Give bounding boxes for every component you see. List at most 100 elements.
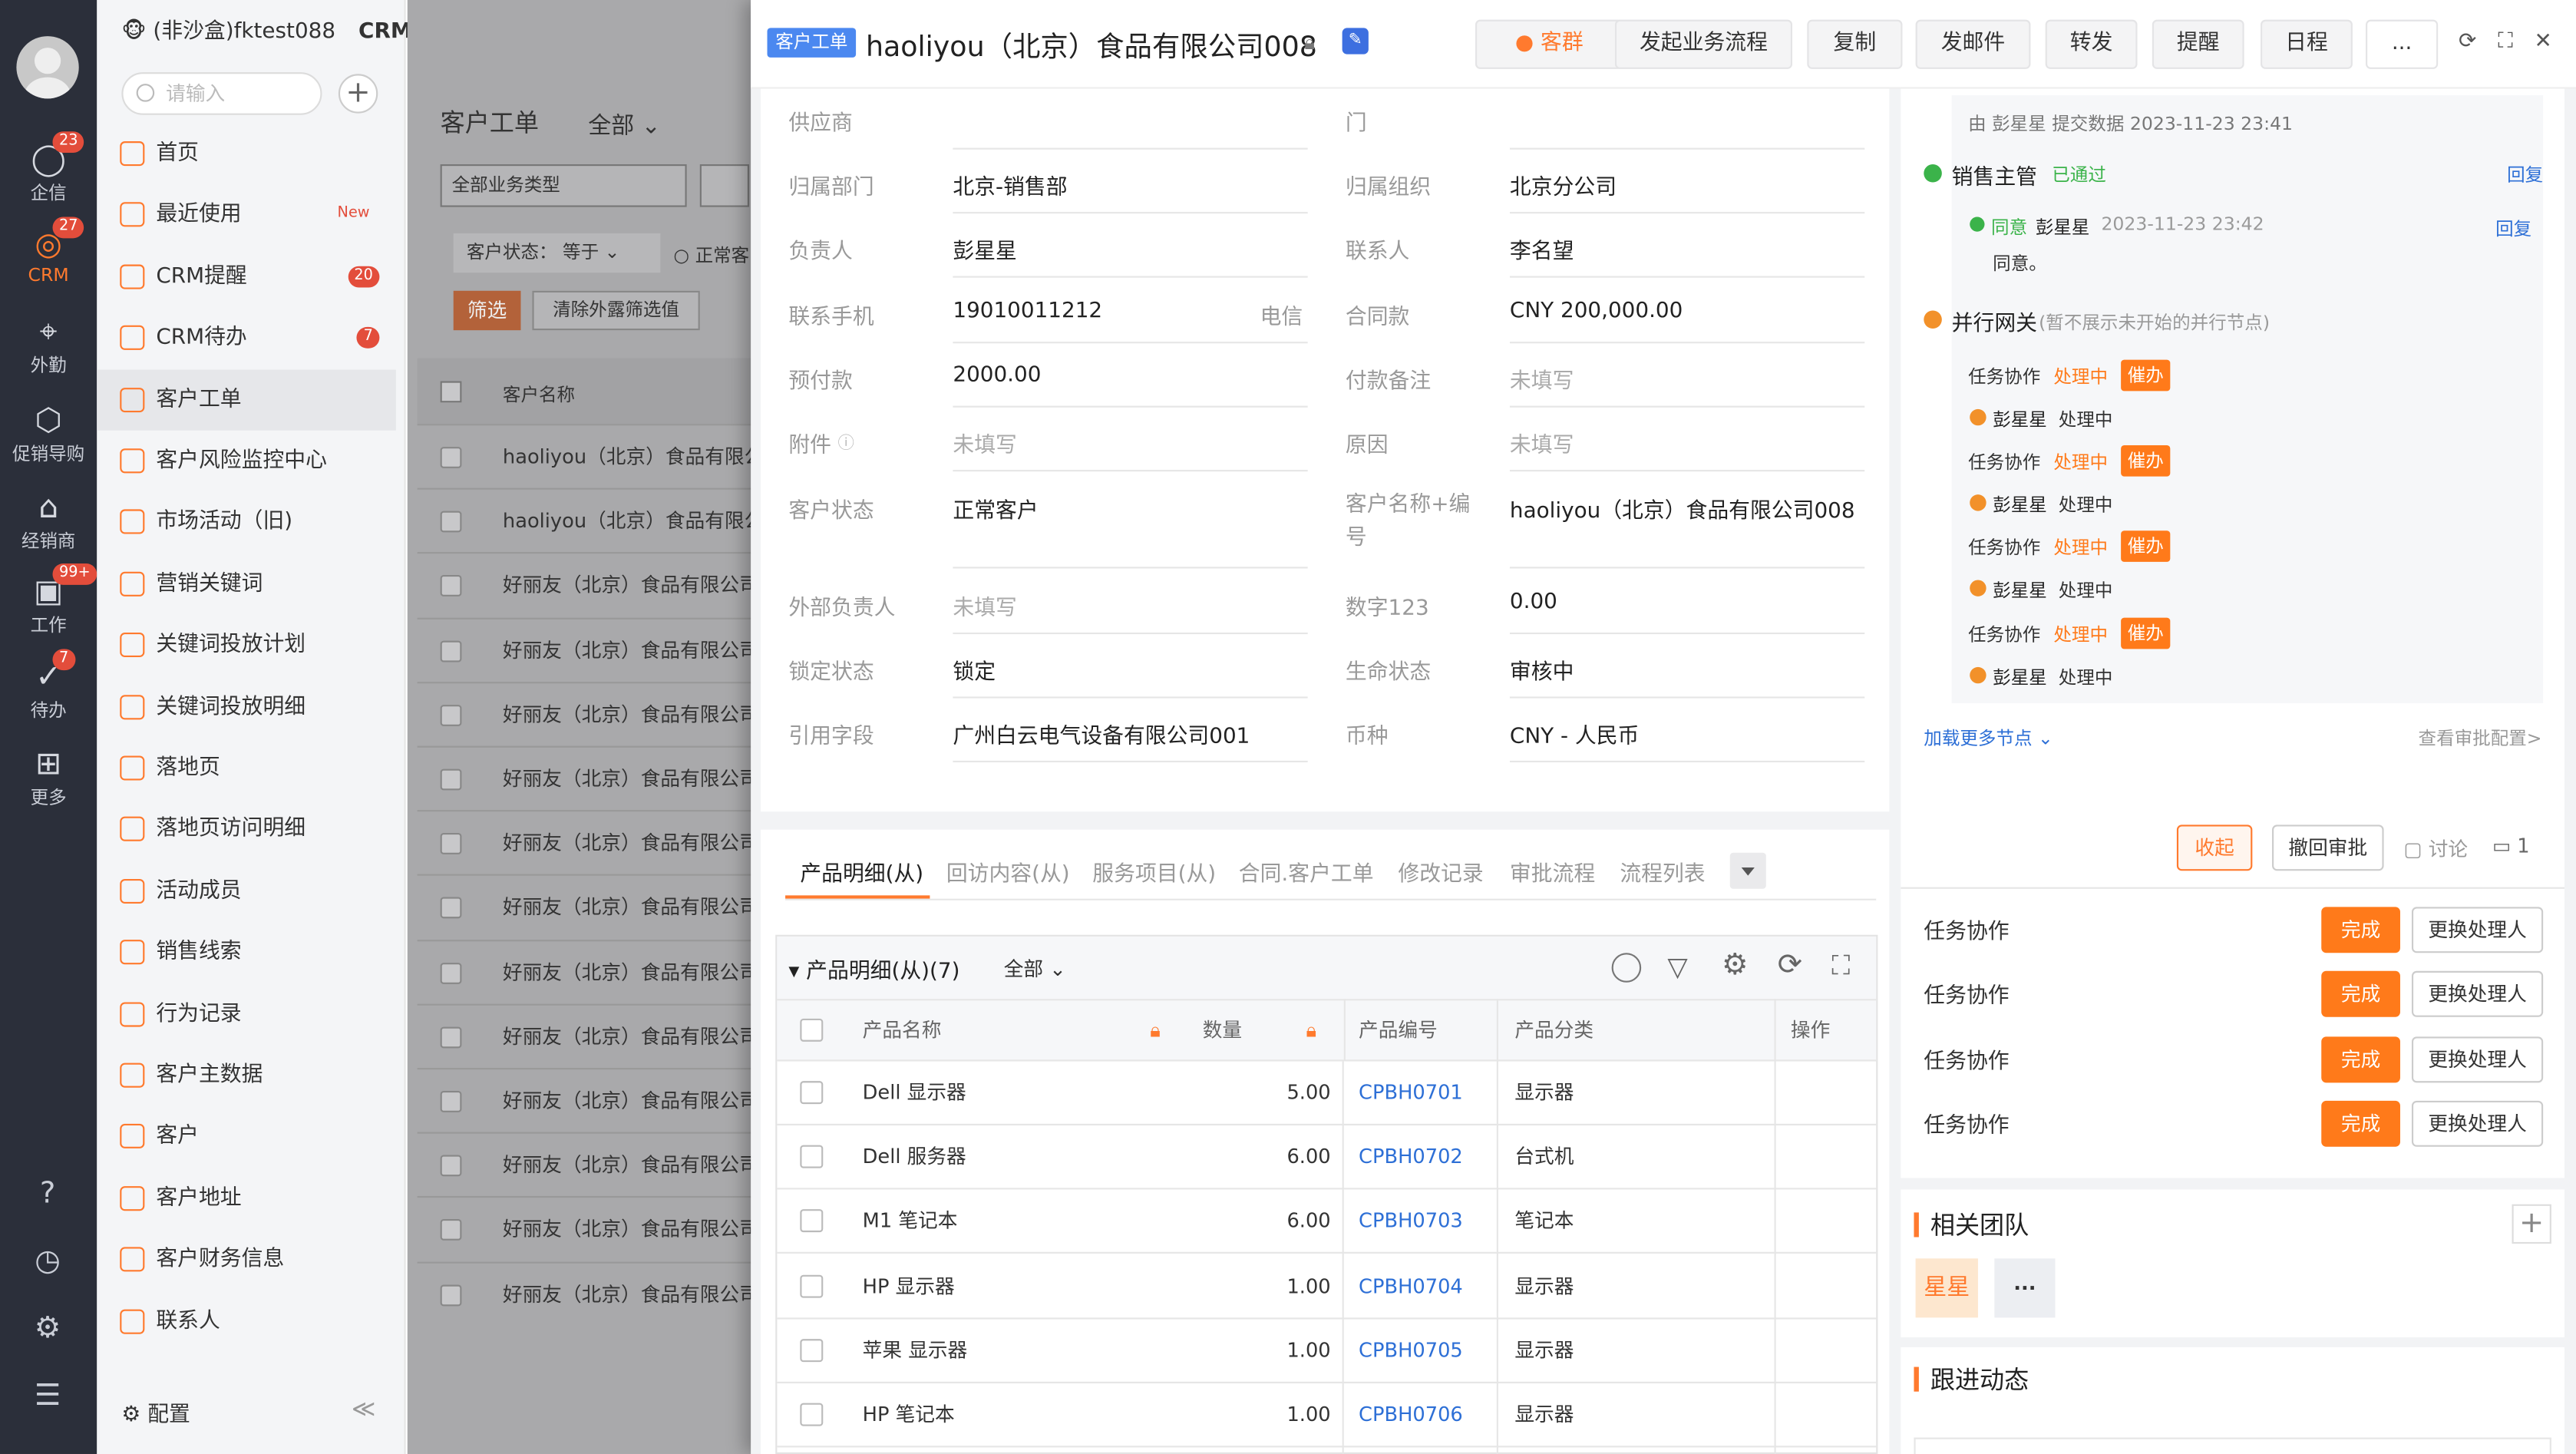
maximize-icon[interactable]: ⛶ <box>2494 31 2517 55</box>
add-team-member-button[interactable]: + <box>2512 1204 2551 1244</box>
sidebar-item[interactable]: 营销关键词 <box>97 554 396 614</box>
sidebar-item[interactable]: 联系人 <box>97 1290 396 1351</box>
biz-type-select[interactable]: 全部业务类型 <box>440 164 687 207</box>
comment-count[interactable]: ▭ 1 <box>2492 834 2530 858</box>
field-value[interactable]: CNY 200,000.00 <box>1510 299 1683 323</box>
nav-calendar[interactable]: ▣ 工作 99+ <box>0 563 97 653</box>
field-value[interactable]: 审核中 <box>1510 654 1574 685</box>
field-value[interactable]: 李名望 <box>1510 233 1574 264</box>
sidebar-item[interactable]: 行为记录 <box>97 983 396 1044</box>
complete-button[interactable]: 完成 <box>2321 907 2400 953</box>
config-link[interactable]: ⚙ 配置 <box>121 1396 190 1428</box>
collapse-sidebar-button[interactable]: ≪ <box>352 1396 375 1423</box>
sidebar-item[interactable]: 落地页访问明细 <box>97 799 396 860</box>
tab[interactable]: 产品明细(从) <box>800 856 923 887</box>
gear-icon[interactable]: ⚙ <box>1722 948 1749 983</box>
tab[interactable]: 流程列表 <box>1620 856 1705 887</box>
row-checkbox[interactable] <box>800 1081 824 1105</box>
edit-icon[interactable]: ✎ <box>1342 28 1369 55</box>
settings-icon[interactable]: ⚙ <box>30 1311 66 1347</box>
contacts-icon[interactable]: ☰ <box>30 1379 66 1415</box>
action-button[interactable]: 日程 <box>2261 19 2353 69</box>
sidebar-item[interactable]: 客户主数据 <box>97 1045 396 1105</box>
product-code-link[interactable]: CPBH0703 <box>1359 1190 1463 1254</box>
row-checkbox[interactable] <box>440 1284 462 1306</box>
action-button[interactable]: 复制 <box>1807 19 1903 69</box>
search-icon[interactable] <box>1611 953 1642 983</box>
refresh-icon[interactable]: ⟳ <box>2456 31 2479 55</box>
action-button[interactable]: 发起业务流程 <box>1614 19 1793 69</box>
tab[interactable]: 修改记录 <box>1398 856 1483 887</box>
nav-store[interactable]: ⌂ 经销商 <box>0 486 97 568</box>
sidebar-item[interactable]: 客户财务信息 <box>97 1229 396 1290</box>
complete-button[interactable]: 完成 <box>2321 971 2400 1018</box>
field-value[interactable]: 2000.00 <box>953 363 1041 388</box>
add-menu-button[interactable]: + <box>338 74 378 114</box>
sidebar-item[interactable]: 关键词投放明细 <box>97 676 396 737</box>
tab[interactable]: 服务项目(从) <box>1092 856 1216 887</box>
table-row[interactable]: 好丽友（北京）食品有限公司 <box>417 810 763 874</box>
field-value[interactable]: haoliyou（北京）食品有限公司008 <box>1510 493 1855 524</box>
nav-location[interactable]: ⌖ 外勤 <box>0 310 97 392</box>
fullscreen-icon[interactable]: ⛶ <box>1831 950 1850 983</box>
filter-icon[interactable] <box>699 164 749 207</box>
action-button[interactable]: ● 客群 <box>1475 19 1623 69</box>
field-value[interactable]: 北京分公司 <box>1510 169 1617 200</box>
table-row[interactable]: haoliyou（北京）食品有限公司 <box>417 424 763 487</box>
change-handler-button[interactable]: 更换处理人 <box>2411 971 2544 1018</box>
team-member-avatar[interactable]: 星星 <box>1915 1258 1978 1318</box>
table-row[interactable]: 好丽友（北京）食品有限公司1 <box>417 939 763 1003</box>
reply-link-1[interactable]: 回复 <box>2507 161 2543 187</box>
close-icon[interactable]: ✕ <box>2531 31 2555 55</box>
tabs-more-dropdown[interactable] <box>1729 852 1766 889</box>
sidebar-item[interactable]: CRM提醒 20 <box>97 246 396 307</box>
select-all-checkbox[interactable] <box>440 381 462 403</box>
sidebar-item[interactable]: 活动成员 <box>97 861 396 921</box>
status-radio[interactable]: ○ 正常客 <box>674 242 750 268</box>
field-value[interactable]: 北京-销售部 <box>953 169 1067 200</box>
row-checkbox[interactable] <box>440 511 462 533</box>
complete-button[interactable]: 完成 <box>2321 1100 2400 1147</box>
field-value[interactable]: 正常客户 <box>953 493 1038 524</box>
product-code-link[interactable]: CPBH0701 <box>1359 1062 1463 1125</box>
row-checkbox[interactable] <box>800 1209 824 1233</box>
urge-button[interactable]: 催办 <box>2121 531 2171 563</box>
urge-button[interactable]: 催办 <box>2121 616 2171 649</box>
row-checkbox[interactable] <box>440 1091 462 1112</box>
team-more-button[interactable]: ··· <box>1994 1258 2056 1318</box>
nav-cube[interactable]: ⬡ 促销导购 <box>0 399 97 481</box>
table-row[interactable]: 好丽友（北京）食品有限公司1 <box>417 1196 763 1261</box>
product-code-link[interactable]: CPBH0702 <box>1359 1125 1463 1189</box>
change-handler-button[interactable]: 更换处理人 <box>2411 1100 2544 1147</box>
collapse-button[interactable]: 收起 <box>2176 824 2253 871</box>
sidebar-item[interactable]: 落地页 <box>97 738 396 798</box>
table-row[interactable]: haoliyou（北京）食品有限公司 <box>417 488 763 552</box>
tab[interactable]: 审批流程 <box>1510 856 1595 887</box>
product-code-link[interactable]: CPBH0704 <box>1359 1254 1463 1318</box>
field-value[interactable]: CNY - 人民币 <box>1510 718 1639 749</box>
row-checkbox[interactable] <box>800 1274 824 1297</box>
table-row[interactable]: 好丽友（北京）食品有限公司1 <box>417 1068 763 1132</box>
field-value[interactable]: 19010011212 <box>953 299 1102 323</box>
help-icon[interactable]: ? <box>30 1176 66 1212</box>
row-checkbox[interactable] <box>800 1338 824 1362</box>
action-button[interactable]: ... <box>2366 19 2439 69</box>
product-code-link[interactable]: CPBH0706 <box>1359 1383 1463 1447</box>
sidebar-item[interactable]: 客户风险监控中心 <box>97 431 396 491</box>
row-checkbox[interactable] <box>440 1026 462 1048</box>
load-more-nodes[interactable]: 加载更多节点 ⌄ <box>1924 725 2053 751</box>
urge-button[interactable]: 催办 <box>2121 445 2171 478</box>
action-button[interactable]: 转发 <box>2045 19 2138 69</box>
sidebar-item[interactable]: 客户地址 <box>97 1168 396 1228</box>
table-row[interactable]: 好丽友（北京）食品有限公司0 <box>417 745 763 810</box>
action-button[interactable]: 提醒 <box>2152 19 2244 69</box>
row-checkbox[interactable] <box>440 833 462 855</box>
sidebar-item[interactable]: 客户工单 <box>97 368 396 430</box>
row-checkbox[interactable] <box>440 704 462 726</box>
table-row[interactable]: 好丽友（北京）食品有限公司 <box>417 1132 763 1196</box>
list-scope-dropdown[interactable]: 全部 ⌄ <box>588 108 661 141</box>
view-approval-config[interactable]: 查看审批配置> <box>2419 725 2542 751</box>
change-handler-button[interactable]: 更换处理人 <box>2411 1036 2544 1082</box>
tab[interactable]: 回访内容(从) <box>946 856 1070 887</box>
product-code-link[interactable]: CPBH0705 <box>1359 1319 1463 1383</box>
